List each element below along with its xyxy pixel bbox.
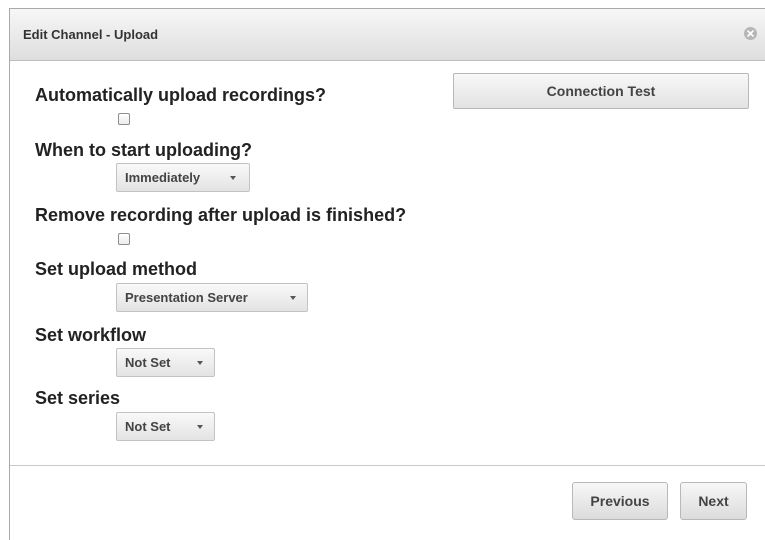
- connection-test-button[interactable]: Connection Test: [453, 73, 749, 109]
- edit-channel-dialog: Edit Channel - Upload Connection Test Au…: [9, 8, 765, 540]
- workflow-label: Set workflow: [35, 325, 147, 345]
- workflow-select[interactable]: Not Set: [116, 348, 215, 377]
- upload-method-value: Presentation Server: [125, 290, 248, 305]
- chevron-down-icon: [197, 425, 203, 429]
- next-button[interactable]: Next: [680, 482, 747, 520]
- start-uploading-value: Immediately: [125, 170, 201, 185]
- auto-upload-checkbox[interactable]: [118, 113, 130, 125]
- chevron-down-icon: [230, 176, 236, 180]
- dialog-titlebar: Edit Channel - Upload: [10, 9, 765, 61]
- upload-method-select[interactable]: Presentation Server: [116, 283, 308, 312]
- footer-divider: [10, 465, 765, 466]
- workflow-value: Not Set: [125, 355, 171, 370]
- dialog-title: Edit Channel - Upload: [23, 27, 159, 42]
- previous-button[interactable]: Previous: [572, 482, 668, 520]
- series-value: Not Set: [125, 419, 171, 434]
- close-icon[interactable]: [744, 27, 757, 40]
- remove-after-upload-checkbox[interactable]: [118, 233, 130, 245]
- auto-upload-label: Automatically upload recordings?: [35, 85, 327, 105]
- start-uploading-select[interactable]: Immediately: [116, 163, 250, 192]
- start-uploading-label: When to start uploading?: [35, 140, 252, 160]
- series-label: Set series: [35, 388, 121, 408]
- remove-after-upload-label: Remove recording after upload is finishe…: [35, 205, 407, 225]
- chevron-down-icon: [197, 361, 203, 365]
- upload-method-label: Set upload method: [35, 259, 197, 279]
- chevron-down-icon: [290, 296, 296, 300]
- series-select[interactable]: Not Set: [116, 412, 215, 441]
